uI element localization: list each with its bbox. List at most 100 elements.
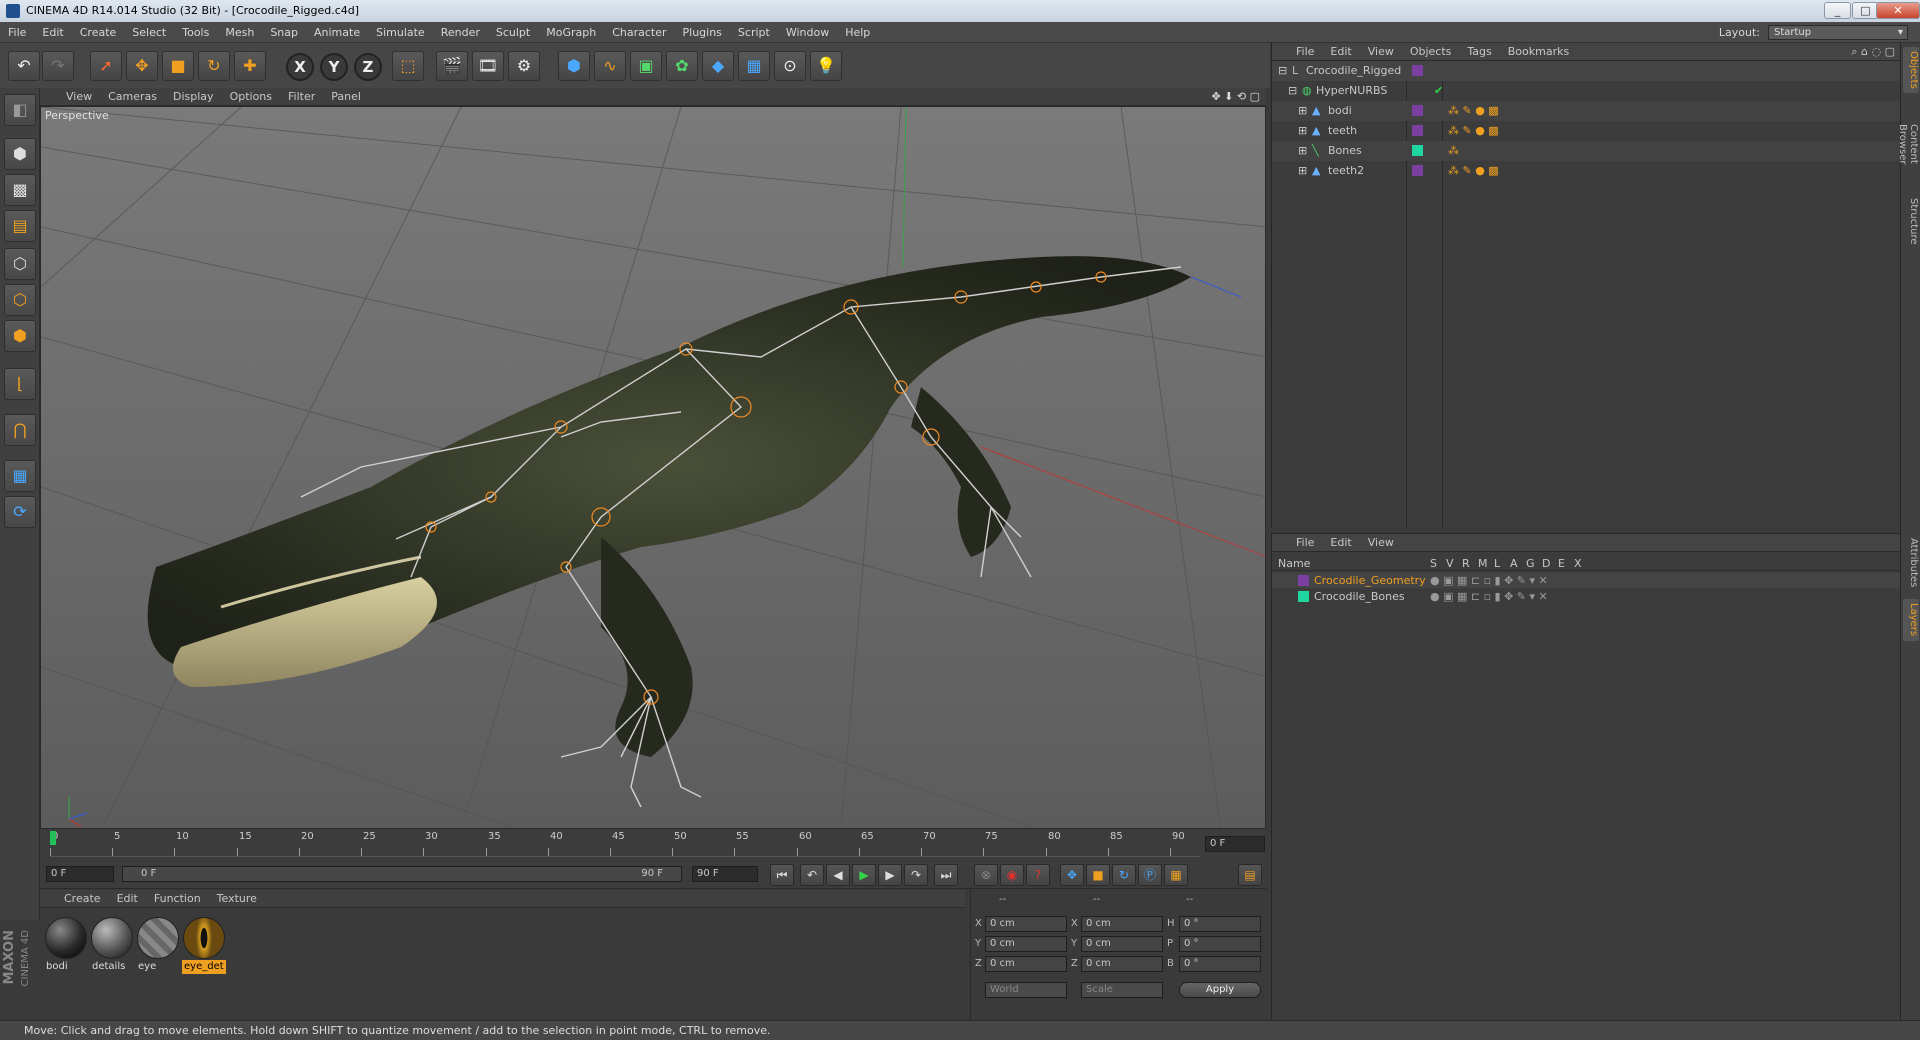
- obj-manager-search-icon[interactable]: ⌕ ⌂ ◌ ▢: [1851, 43, 1895, 61]
- render-picture-viewer-icon[interactable]: 🎞: [472, 51, 504, 81]
- deformer-icon[interactable]: ◆: [702, 51, 734, 81]
- obj-menu-tags[interactable]: Tags: [1459, 43, 1499, 61]
- next-key-icon[interactable]: ↷: [904, 864, 928, 886]
- menu-help[interactable]: Help: [837, 22, 878, 43]
- enabled-check-icon[interactable]: ✔: [1434, 81, 1443, 101]
- mat-menu-create[interactable]: Create: [56, 890, 109, 908]
- minimize-button[interactable]: _: [1824, 2, 1851, 19]
- layer-color-swatch[interactable]: [1412, 65, 1423, 76]
- pos-z-field[interactable]: 0 cm: [985, 956, 1067, 972]
- menu-sculpt[interactable]: Sculpt: [488, 22, 538, 43]
- menu-file[interactable]: File: [0, 22, 34, 43]
- layer-color-swatch[interactable]: [1412, 105, 1423, 116]
- tab-structure[interactable]: Structure: [1903, 193, 1919, 249]
- next-frame-icon[interactable]: ▶: [878, 864, 902, 886]
- menu-render[interactable]: Render: [433, 22, 488, 43]
- floor-icon[interactable]: ▦: [738, 51, 770, 81]
- menu-mesh[interactable]: Mesh: [217, 22, 262, 43]
- key-scale-icon[interactable]: ■: [1086, 864, 1110, 886]
- menu-select[interactable]: Select: [124, 22, 174, 43]
- key-position-icon[interactable]: ✥: [1060, 864, 1084, 886]
- cube-icon[interactable]: ⬢: [558, 51, 590, 81]
- timeline-window-icon[interactable]: ▤: [1238, 864, 1262, 886]
- camera-icon[interactable]: ⊙: [774, 51, 806, 81]
- viewport-menu-display[interactable]: Display: [165, 88, 222, 106]
- menu-mograph[interactable]: MoGraph: [538, 22, 604, 43]
- 3d-viewport[interactable]: Perspective: [40, 106, 1266, 829]
- go-to-start-icon[interactable]: ⏮: [770, 864, 794, 886]
- obj-menu-objects[interactable]: Objects: [1402, 43, 1460, 61]
- close-button[interactable]: ✕: [1876, 2, 1920, 19]
- obj-menu-view[interactable]: View: [1360, 43, 1402, 61]
- tab-content-browser[interactable]: Content Browser: [1897, 99, 1919, 189]
- expand-icon[interactable]: ⊞: [1298, 121, 1307, 141]
- object-row[interactable]: ⊟ ◍ HyperNURBS ✔: [1272, 81, 1901, 101]
- z-axis-icon[interactable]: Z: [354, 53, 382, 81]
- axis-mode-icon[interactable]: ⌊: [4, 368, 36, 400]
- key-rotation-icon[interactable]: ↻: [1112, 864, 1136, 886]
- start-frame-field[interactable]: 0 F: [46, 866, 114, 882]
- expand-icon[interactable]: ⊟: [1278, 61, 1287, 81]
- coord-mode-select[interactable]: World: [985, 982, 1067, 998]
- obj-menu-edit[interactable]: Edit: [1322, 43, 1359, 61]
- tab-layers[interactable]: Layers: [1903, 599, 1919, 641]
- play-icon[interactable]: ▶: [852, 864, 876, 886]
- record-active-icon[interactable]: ⊗: [974, 864, 998, 886]
- menu-create[interactable]: Create: [72, 22, 125, 43]
- layer-name[interactable]: Crocodile_Bones: [1314, 589, 1405, 604]
- menu-tools[interactable]: Tools: [174, 22, 217, 43]
- rotate-icon[interactable]: ↻: [198, 51, 230, 81]
- expand-icon[interactable]: ⊞: [1298, 141, 1307, 161]
- menu-animate[interactable]: Animate: [306, 22, 368, 43]
- polygons-mode-icon[interactable]: ⬢: [4, 320, 36, 352]
- texture-mode-icon[interactable]: ▩: [4, 174, 36, 206]
- layer-color-swatch[interactable]: [1412, 125, 1423, 136]
- expand-icon[interactable]: ⊞: [1298, 101, 1307, 121]
- viewport-menu-view[interactable]: View: [58, 88, 100, 106]
- workplane-icon[interactable]: ▤: [4, 210, 36, 242]
- menu-plugins[interactable]: Plugins: [675, 22, 730, 43]
- end-frame-field[interactable]: 90 F: [692, 866, 758, 882]
- obj-menu-file[interactable]: File: [1288, 43, 1322, 61]
- mat-menu-function[interactable]: Function: [146, 890, 209, 908]
- previous-frame-icon[interactable]: ◀: [826, 864, 850, 886]
- material-eye-det[interactable]: eye_det: [182, 916, 226, 974]
- live-selection-icon[interactable]: ➚: [90, 51, 122, 81]
- object-row[interactable]: ⊞ ╲ Bones ⁂: [1272, 141, 1901, 161]
- expand-icon[interactable]: ⊟: [1288, 81, 1297, 101]
- spline-pen-icon[interactable]: ∿: [594, 51, 626, 81]
- mat-menu-texture[interactable]: Texture: [209, 890, 265, 908]
- layer-name[interactable]: Crocodile_Geometry: [1314, 573, 1426, 588]
- pos-y-field[interactable]: 0 cm: [985, 936, 1067, 952]
- tags-icons[interactable]: ⁂: [1448, 141, 1459, 161]
- viewport-menu-filter[interactable]: Filter: [280, 88, 323, 106]
- menu-snap[interactable]: Snap: [262, 22, 306, 43]
- layer-color-swatch[interactable]: [1298, 575, 1309, 586]
- timeline-playhead[interactable]: [50, 831, 56, 845]
- render-view-icon[interactable]: 🎬: [436, 51, 468, 81]
- menu-character[interactable]: Character: [604, 22, 674, 43]
- magnet-icon[interactable]: ⋂: [4, 414, 36, 446]
- layer-toggle-icons[interactable]: ● ▣ ▦ ⊏ ▫ ▮ ✥ ✎ ▾ ✕: [1430, 573, 1548, 588]
- undo-icon[interactable]: ↶: [8, 51, 40, 81]
- size-x-field[interactable]: 0 cm: [1081, 916, 1163, 932]
- move-icon[interactable]: ✥: [126, 51, 158, 81]
- pos-x-field[interactable]: 0 cm: [985, 916, 1067, 932]
- layer-color-swatch[interactable]: [1412, 165, 1423, 176]
- array-icon[interactable]: ✿: [666, 51, 698, 81]
- layer-toggle-icons[interactable]: ● ▣ ▦ ⊏ ▫ ▮ ✥ ✎ ▾ ✕: [1430, 589, 1548, 604]
- tab-objects[interactable]: Objects: [1903, 47, 1919, 93]
- scale-icon[interactable]: ■: [162, 51, 194, 81]
- key-parameter-icon[interactable]: Ⓟ: [1138, 864, 1162, 886]
- snap-grid-icon[interactable]: ▦: [4, 460, 36, 492]
- menu-simulate[interactable]: Simulate: [368, 22, 433, 43]
- layer-menu-edit[interactable]: Edit: [1322, 534, 1359, 552]
- obj-menu-bookmarks[interactable]: Bookmarks: [1500, 43, 1577, 61]
- render-settings-icon[interactable]: ⚙: [508, 51, 540, 81]
- layer-menu-view[interactable]: View: [1360, 534, 1402, 552]
- apply-button[interactable]: Apply: [1179, 982, 1261, 998]
- object-row[interactable]: ⊞ ▲ teeth2 ⁂ ✎ ● ▩: [1272, 161, 1901, 181]
- mat-menu-edit[interactable]: Edit: [109, 890, 146, 908]
- nurbs-icon[interactable]: ▣: [630, 51, 662, 81]
- size-z-field[interactable]: 0 cm: [1081, 956, 1163, 972]
